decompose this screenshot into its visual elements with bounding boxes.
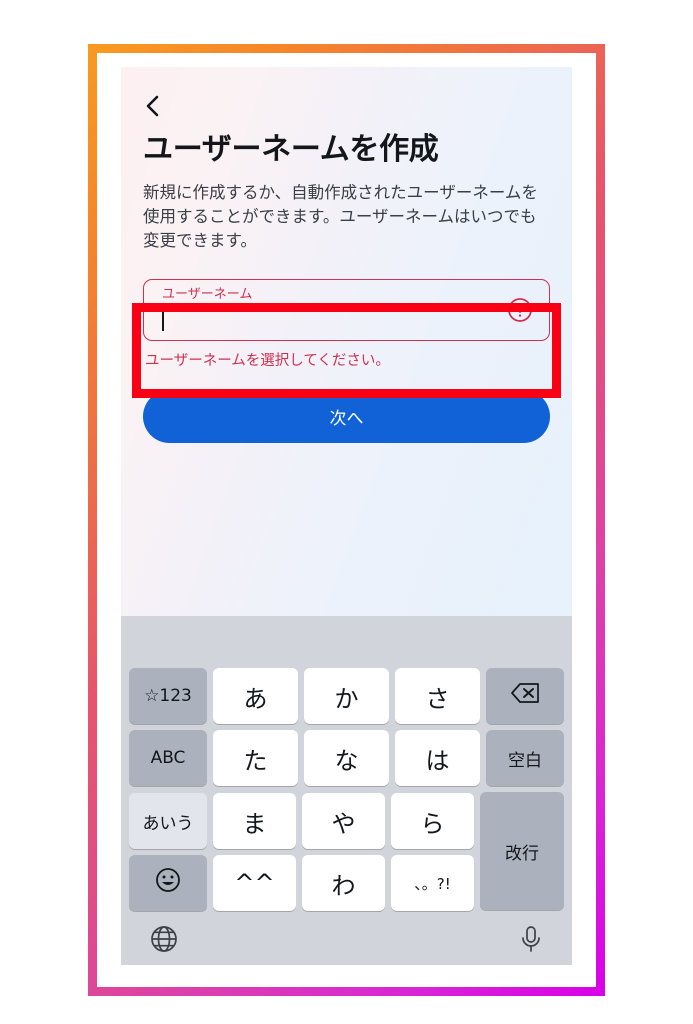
- keyboard-row-3: あいう ま や ら: [126, 793, 477, 849]
- text-caret: [162, 306, 164, 331]
- key-sa[interactable]: さ: [395, 668, 480, 724]
- error-circle-icon: [507, 297, 533, 323]
- username-field-wrap: ユーザーネーム ユーザーネームを選択してください。: [143, 278, 550, 370]
- keyboard-return-wrap: 改行: [480, 792, 564, 911]
- page-title: ユーザーネームを作成: [143, 132, 439, 167]
- key-ta[interactable]: た: [213, 730, 298, 786]
- key-ma[interactable]: ま: [213, 793, 296, 849]
- key-aiu[interactable]: あいう: [129, 793, 207, 849]
- key-ka[interactable]: か: [304, 668, 389, 724]
- keyboard-row-4: ^^ わ 、。?!: [126, 855, 477, 911]
- keyboard-row-2: ABC た な は 空白: [121, 730, 572, 786]
- back-button[interactable]: [143, 89, 177, 123]
- phone-bezel: ユーザーネームを作成 新規に作成するか、自動作成されたユーザーネームを使用するこ…: [97, 53, 596, 987]
- key-backspace[interactable]: [486, 668, 564, 724]
- key-symbols-123[interactable]: ☆123: [129, 668, 207, 724]
- key-ha[interactable]: は: [395, 730, 480, 786]
- key-emoji[interactable]: [129, 855, 207, 911]
- keyboard-bottom-bar: [121, 917, 572, 965]
- keyboard-rows-3-4-left: あいう ま や ら ^^ わ 、。?!: [126, 792, 477, 917]
- keyboard-rows: ☆123 あ か さ ABC た な は 空白 あいう ま や ら ^^ わ 、…: [121, 668, 572, 917]
- backspace-icon: [510, 682, 540, 710]
- key-ra[interactable]: ら: [391, 793, 474, 849]
- key-a[interactable]: あ: [213, 668, 298, 724]
- key-punctuation[interactable]: 、。?!: [391, 855, 474, 911]
- field-error-message: ユーザーネームを選択してください。: [145, 352, 390, 369]
- username-field-label: ユーザーネーム: [162, 286, 253, 302]
- software-keyboard: ☆123 あ か さ ABC た な は 空白 あいう ま や ら ^^ わ 、…: [121, 616, 572, 965]
- app-content: ユーザーネームを作成 新規に作成するか、自動作成されたユーザーネームを使用するこ…: [121, 67, 572, 616]
- key-na[interactable]: な: [304, 730, 389, 786]
- key-abc[interactable]: ABC: [129, 730, 207, 786]
- key-ya[interactable]: や: [302, 793, 385, 849]
- microphone-icon[interactable]: [518, 924, 544, 959]
- emoji-icon: [154, 866, 182, 900]
- phone-screen: ユーザーネームを作成 新規に作成するか、自動作成されたユーザーネームを使用するこ…: [121, 67, 572, 965]
- gradient-frame: ユーザーネームを作成 新規に作成するか、自動作成されたユーザーネームを使用するこ…: [88, 44, 605, 996]
- globe-icon[interactable]: [149, 924, 179, 959]
- username-input-row: [162, 304, 535, 334]
- keyboard-rows-3-4: あいう ま や ら ^^ わ 、。?! 改行: [121, 792, 572, 917]
- key-kaomoji[interactable]: ^^: [213, 855, 296, 911]
- next-button[interactable]: 次へ: [143, 389, 550, 443]
- key-return[interactable]: 改行: [480, 792, 564, 910]
- keyboard-suggestion-bar[interactable]: [121, 616, 572, 667]
- page-description: 新規に作成するか、自動作成されたユーザーネームを使用することができます。ユーザー…: [143, 182, 538, 251]
- keyboard-row-1: ☆123 あ か さ: [121, 668, 572, 724]
- key-space[interactable]: 空白: [486, 730, 564, 786]
- key-wa[interactable]: わ: [302, 855, 385, 911]
- chevron-left-icon: [143, 92, 161, 120]
- username-input[interactable]: ユーザーネーム: [143, 278, 550, 341]
